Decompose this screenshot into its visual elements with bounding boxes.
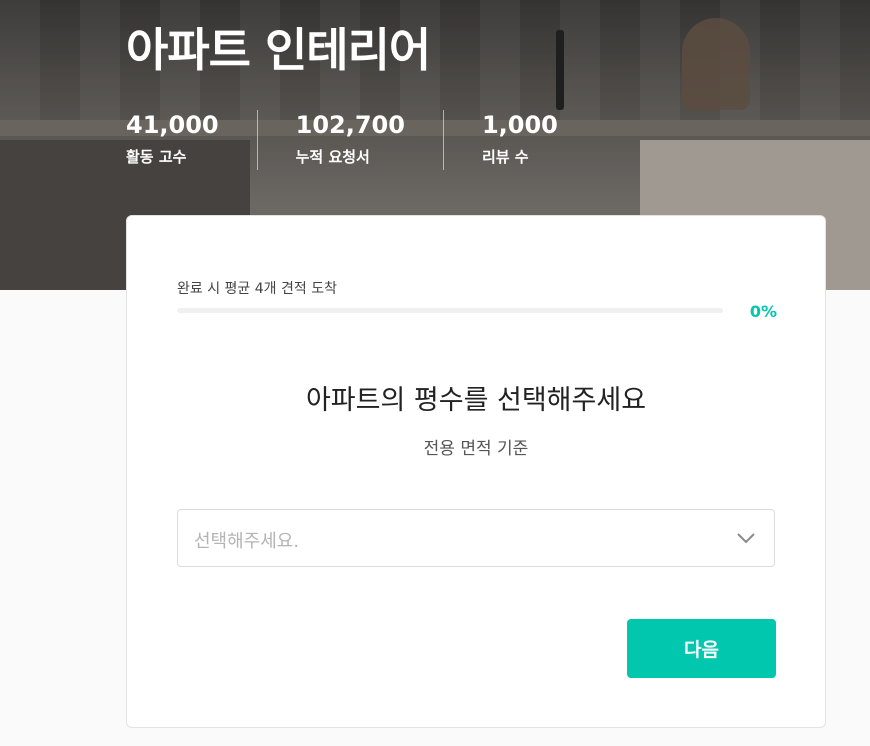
area-size-select[interactable]: 선택해주세요. bbox=[177, 509, 775, 567]
progress-percent: 0% bbox=[749, 302, 777, 321]
stat-review-count: 1,000 리뷰 수 bbox=[482, 110, 596, 170]
stat-value: 102,700 bbox=[295, 111, 405, 139]
stat-active-pros: 41,000 활동 고수 bbox=[126, 110, 258, 170]
stat-value: 41,000 bbox=[126, 111, 219, 139]
stat-label: 리뷰 수 bbox=[481, 148, 529, 166]
chevron-down-icon bbox=[736, 530, 756, 549]
stats-row: 41,000 활동 고수 102,700 누적 요청서 1,000 리뷰 수 bbox=[126, 110, 634, 170]
request-form-card: 완료 시 평균 4개 견적 도착 0% 아파트의 평수를 선택해주세요 전용 면… bbox=[126, 215, 826, 728]
stat-label: 누적 요청서 bbox=[295, 148, 370, 166]
stat-label: 활동 고수 bbox=[126, 148, 187, 166]
page-title: 아파트 인테리어 bbox=[126, 23, 431, 77]
question-title: 아파트의 평수를 선택해주세요 bbox=[305, 385, 647, 416]
stat-value: 1,000 bbox=[481, 111, 558, 139]
progress-label: 완료 시 평균 4개 견적 도착 bbox=[177, 281, 337, 297]
question-subtitle: 전용 면적 기준 bbox=[423, 439, 529, 459]
select-placeholder: 선택해주세요. bbox=[194, 531, 300, 552]
stat-total-requests: 102,700 누적 요청서 bbox=[296, 110, 444, 170]
next-button[interactable]: 다음 bbox=[627, 619, 776, 678]
progress-bar bbox=[177, 308, 723, 313]
